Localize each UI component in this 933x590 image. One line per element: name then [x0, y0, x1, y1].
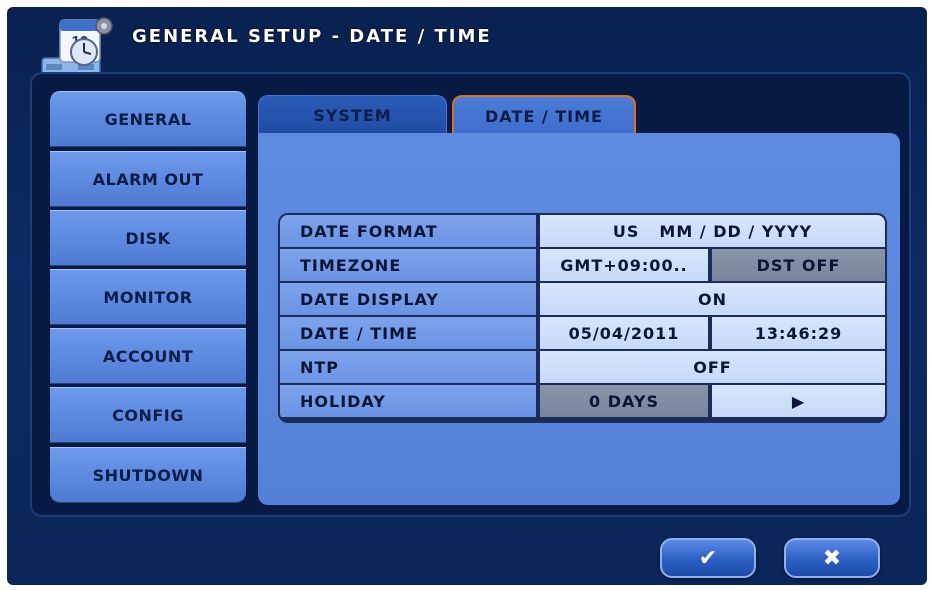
checkmark-icon: ✔ — [698, 545, 718, 571]
date-display-toggle[interactable]: ON — [540, 283, 885, 315]
cancel-button[interactable]: ✖ — [784, 538, 880, 578]
row-date-time: DATE / TIME 05/04/2011 13:46:29 — [280, 317, 885, 351]
timezone-select[interactable]: GMT+09:00.. — [540, 249, 710, 281]
holiday-arrow-button[interactable]: ▶ — [712, 385, 885, 417]
date-format-label: DATE FORMAT — [280, 215, 538, 247]
tab-date-time[interactable]: DATE / TIME — [452, 95, 636, 135]
tab-system[interactable]: SYSTEM — [258, 95, 447, 135]
ntp-toggle[interactable]: OFF — [540, 351, 885, 383]
sidebar-item-alarm-out[interactable]: ALARM OUT — [50, 151, 246, 207]
ok-button[interactable]: ✔ — [660, 538, 756, 578]
sidebar-item-shutdown[interactable]: SHUTDOWN — [50, 447, 246, 503]
date-format-pattern: MM / DD / YYYY — [659, 221, 813, 241]
date-format-region: US — [612, 221, 640, 241]
time-field[interactable]: 13:46:29 — [712, 317, 885, 349]
settings-table: DATE FORMAT US MM / DD / YYYY TIMEZONE G… — [278, 213, 887, 423]
page-title: GENERAL SETUP - DATE / TIME — [132, 26, 492, 47]
sidebar-item-disk[interactable]: DISK — [50, 210, 246, 266]
dst-toggle[interactable]: DST OFF — [712, 249, 885, 281]
sidebar-item-config[interactable]: CONFIG — [50, 387, 246, 443]
sidebar-item-general[interactable]: GENERAL — [50, 91, 246, 147]
sidebar-item-monitor[interactable]: MONITOR — [50, 269, 246, 325]
close-icon: ✖ — [822, 545, 842, 571]
date-format-select[interactable]: US MM / DD / YYYY — [540, 215, 885, 247]
row-ntp: NTP OFF — [280, 351, 885, 385]
ntp-label: NTP — [280, 351, 538, 383]
date-field[interactable]: 05/04/2011 — [540, 317, 710, 349]
date-time-label: DATE / TIME — [280, 317, 538, 349]
holiday-days-value: 0 DAYS — [540, 385, 710, 417]
row-timezone: TIMEZONE GMT+09:00.. DST OFF — [280, 249, 885, 283]
sidebar: GENERAL ALARM OUT DISK MONITOR ACCOUNT C… — [50, 91, 246, 505]
timezone-label: TIMEZONE — [280, 249, 538, 281]
play-arrow-icon: ▶ — [791, 391, 806, 411]
sidebar-item-account[interactable]: ACCOUNT — [50, 328, 246, 384]
row-date-display: DATE DISPLAY ON — [280, 283, 885, 317]
date-display-label: DATE DISPLAY — [280, 283, 538, 315]
row-holiday: HOLIDAY 0 DAYS ▶ — [280, 385, 885, 419]
holiday-label: HOLIDAY — [280, 385, 538, 417]
row-date-format: DATE FORMAT US MM / DD / YYYY — [280, 215, 885, 249]
